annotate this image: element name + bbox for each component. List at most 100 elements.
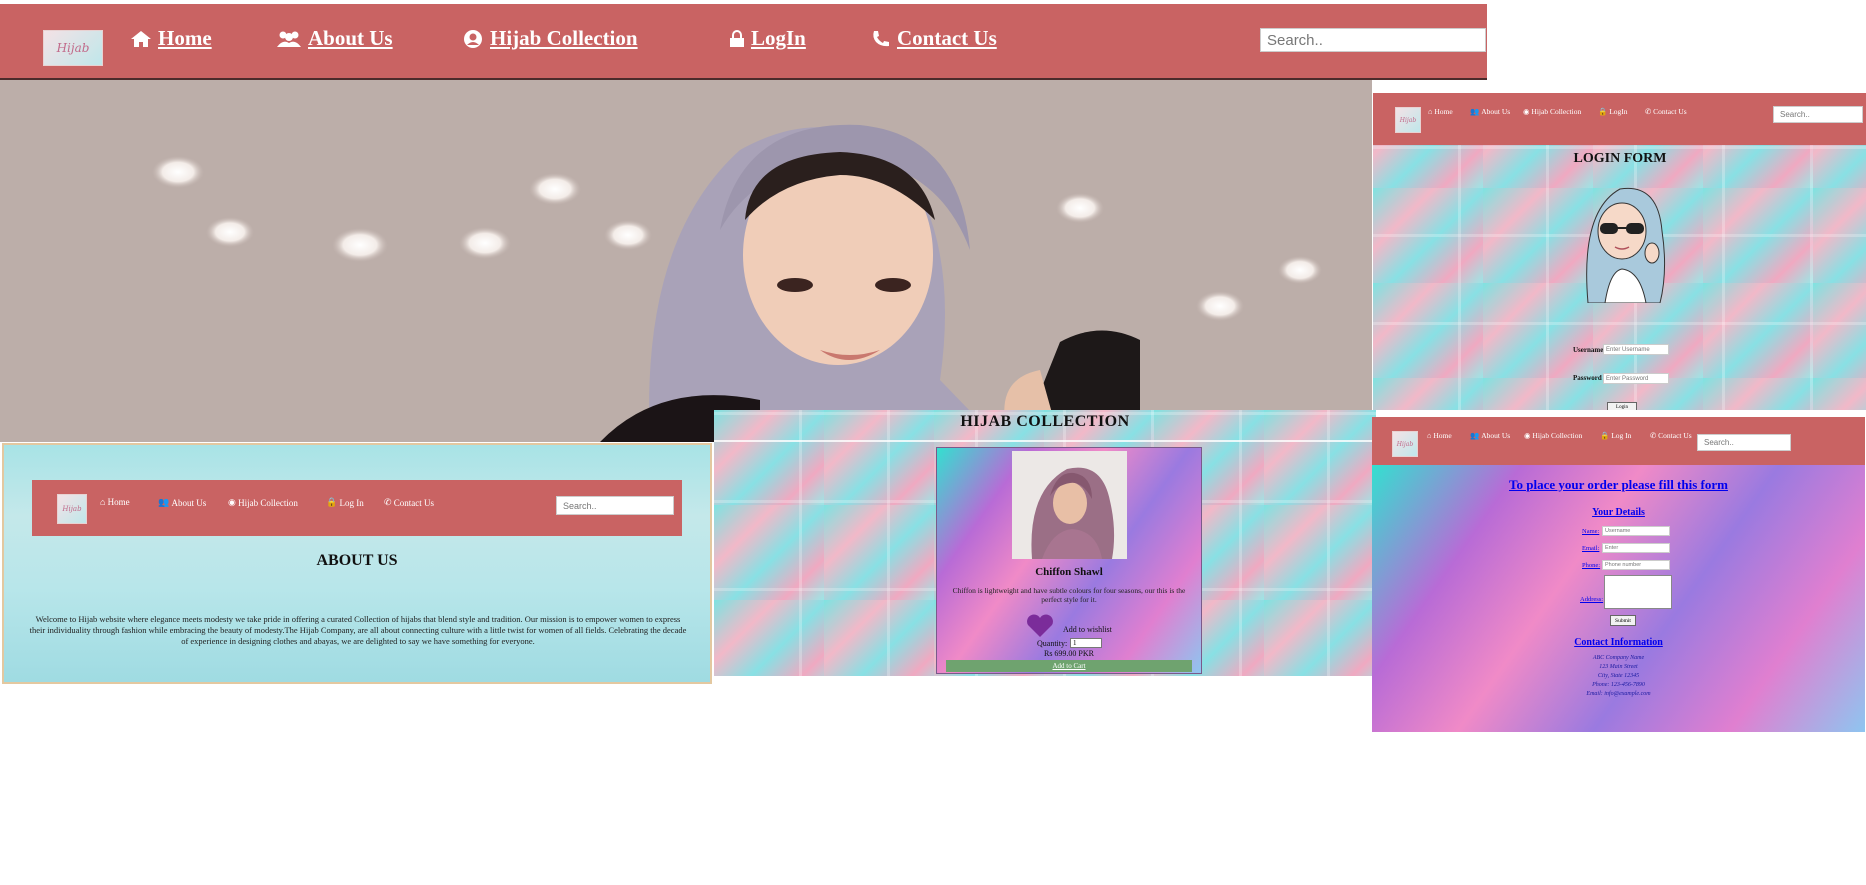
- order-navbar: Hijab ⌂ Home 👥 About Us ◉ Hijab Collecti…: [1372, 417, 1865, 465]
- order-logo-text: Hijab: [1396, 440, 1414, 448]
- collection-divider: [714, 440, 1376, 442]
- about-nav-about-label: About Us: [171, 497, 207, 508]
- order-nav-login[interactable]: 🔒 Log In: [1600, 431, 1631, 440]
- login-button[interactable]: Login: [1607, 402, 1637, 410]
- hero-image: [0, 80, 1372, 442]
- login-nav-about-label: About Us: [1481, 107, 1511, 116]
- name-input[interactable]: Username: [1602, 526, 1670, 536]
- order-nav-login-label: Log In: [1611, 431, 1632, 440]
- nav-contact-label: Contact Us: [897, 26, 997, 50]
- add-to-cart-button[interactable]: Add to Cart: [946, 660, 1192, 672]
- login-logo[interactable]: Hijab: [1395, 107, 1421, 133]
- contact-line-3: City, State 12345: [1597, 673, 1640, 679]
- email-input[interactable]: Enter: [1602, 543, 1670, 553]
- username-label: Username: [1573, 346, 1604, 354]
- logo-text: Hijab: [56, 41, 90, 55]
- order-nav-collection[interactable]: ◉ Hijab Collection: [1524, 431, 1582, 440]
- about-nav-collection[interactable]: ◉ Hijab Collection: [228, 497, 298, 508]
- users-icon: [276, 30, 302, 48]
- login-nav-contact-label: Contact Us: [1653, 107, 1687, 116]
- login-nav-login[interactable]: 🔒 LogIn: [1598, 107, 1628, 116]
- product-price: Rs 699.00 PKR: [1043, 649, 1094, 658]
- login-avatar-illustration: [1570, 171, 1674, 303]
- about-nav-home-label: Home: [107, 497, 130, 507]
- login-nav-contact[interactable]: ✆ Contact Us: [1645, 107, 1687, 116]
- product-name: Chiffon Shawl: [1035, 566, 1103, 578]
- name-placeholder: Username: [1605, 528, 1631, 534]
- order-nav-collection-label: Hijab Collection: [1532, 431, 1583, 440]
- login-nav-login-label: LogIn: [1609, 107, 1628, 116]
- wishlist-label: Add to wishlist: [1063, 625, 1112, 634]
- nav-login-label: LogIn: [751, 26, 806, 50]
- login-nav-collection[interactable]: ◉ Hijab Collection: [1523, 107, 1581, 116]
- login-nav-about[interactable]: 👥 About Us: [1470, 107, 1510, 116]
- nav-contact[interactable]: Contact Us: [871, 26, 997, 51]
- contact-line-1: ABC Company Name: [1592, 655, 1645, 661]
- about-nav-contact[interactable]: ✆ Contact Us: [384, 497, 434, 508]
- order-logo[interactable]: Hijab: [1392, 431, 1418, 457]
- order-nav-about-label: About Us: [1481, 431, 1511, 440]
- email-placeholder: Enter: [1605, 545, 1619, 551]
- submit-label: Submit: [1615, 618, 1631, 624]
- nav-home[interactable]: Home: [130, 26, 212, 51]
- collection-title: HIJAB COLLECTION: [960, 413, 1130, 430]
- site-logo[interactable]: Hijab: [43, 30, 103, 66]
- add-to-cart-label: Add to Cart: [1052, 662, 1086, 670]
- login-nav-home[interactable]: ⌂ Home: [1428, 107, 1453, 116]
- username-input[interactable]: Enter Username: [1603, 344, 1669, 355]
- collection-panel: HIJAB COLLECTION Chiffon Shawl Chiffon i…: [714, 410, 1376, 676]
- login-title: LOGIN FORM: [1573, 151, 1667, 166]
- about-nav-home[interactable]: ⌂ Home: [100, 497, 130, 507]
- login-search-input[interactable]: Search..: [1773, 106, 1863, 123]
- username-placeholder: Enter Username: [1606, 346, 1650, 353]
- main-navbar: Hijab Home About Us Hijab Collection Log…: [0, 4, 1487, 78]
- login-nav-collection-label: Hijab Collection: [1531, 107, 1582, 116]
- order-heading[interactable]: To place your order please fill this for…: [1372, 477, 1865, 493]
- name-label: Name:: [1582, 528, 1600, 535]
- about-logo[interactable]: Hijab: [57, 494, 87, 524]
- lock-icon: [729, 29, 745, 48]
- about-nav-collection-label: Hijab Collection: [238, 497, 298, 508]
- login-nav-home-label: Home: [1434, 107, 1453, 116]
- nav-login[interactable]: LogIn: [729, 26, 806, 51]
- product-card: Chiffon Shawl Chiffon is lightweight and…: [936, 447, 1202, 674]
- order-nav-home-label: Home: [1433, 431, 1452, 440]
- login-panel: Hijab ⌂ Home 👥 About Us ◉ Hijab Collecti…: [1373, 93, 1866, 410]
- about-title: ABOUT US: [316, 552, 398, 569]
- login-button-label: Login: [1616, 405, 1628, 410]
- order-nav-contact-label: Contact Us: [1658, 431, 1692, 440]
- contact-line-4: Phone: 123-456-7890: [1592, 682, 1645, 688]
- home-icon: [130, 30, 152, 48]
- order-nav-contact[interactable]: ✆ Contact Us: [1650, 431, 1692, 440]
- about-body: Welcome to Hijab website where elegance …: [29, 614, 687, 646]
- order-search-input[interactable]: Search..: [1697, 434, 1791, 451]
- nav-collection[interactable]: Hijab Collection: [462, 26, 638, 51]
- address-textarea[interactable]: [1604, 575, 1672, 609]
- contact-line-5: Email: info@example.com: [1586, 691, 1651, 697]
- order-nav-about[interactable]: 👥 About Us: [1470, 431, 1510, 440]
- about-nav-contact-label: Contact Us: [393, 497, 435, 508]
- nav-about[interactable]: About Us: [276, 26, 393, 51]
- password-input[interactable]: Enter Password: [1603, 373, 1669, 384]
- details-heading[interactable]: Your Details: [1372, 507, 1865, 518]
- quantity-input[interactable]: 1: [1070, 638, 1102, 648]
- hero-photo-illustration: [0, 80, 1372, 442]
- contact-heading[interactable]: Contact Information: [1372, 637, 1865, 648]
- about-search-input[interactable]: Search..: [556, 496, 674, 515]
- submit-button[interactable]: Submit: [1610, 615, 1636, 626]
- heart-icon[interactable]: [1025, 614, 1055, 638]
- nav-about-label: About Us: [308, 26, 393, 50]
- phone-label: Phone:: [1582, 562, 1601, 569]
- product-image: [1012, 451, 1127, 559]
- main-search-input[interactable]: Search..: [1260, 28, 1486, 52]
- address-label: Address:: [1580, 596, 1604, 603]
- password-placeholder: Enter Password: [1606, 375, 1649, 382]
- login-search-placeholder: Search..: [1780, 110, 1810, 119]
- phone-input[interactable]: Phone number: [1602, 560, 1670, 570]
- order-nav-home[interactable]: ⌂ Home: [1427, 431, 1452, 440]
- quantity-label: Quantity:: [1037, 639, 1068, 648]
- order-search-placeholder: Search..: [1704, 438, 1734, 447]
- about-nav-about[interactable]: 👥 About Us: [158, 497, 206, 508]
- about-nav-login[interactable]: 🔒 Log In: [326, 497, 364, 508]
- quantity-value: 1: [1073, 639, 1077, 647]
